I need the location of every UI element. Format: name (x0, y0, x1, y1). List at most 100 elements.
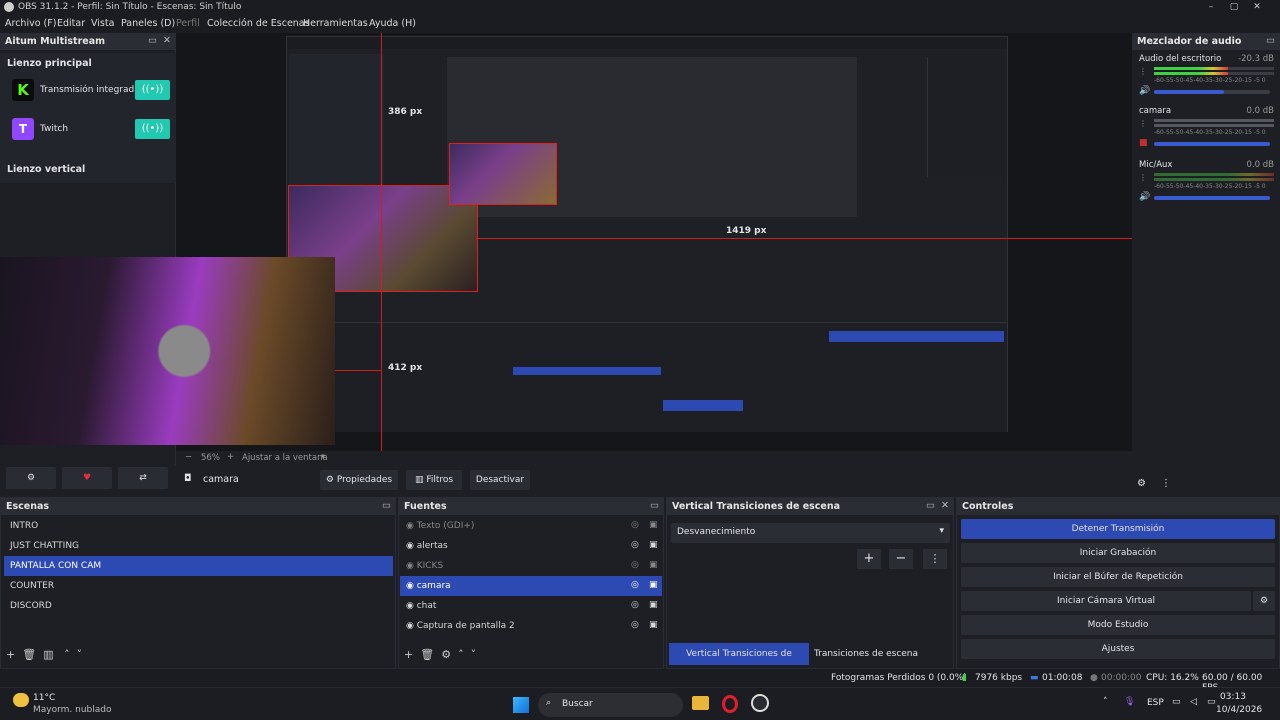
visibility-icon[interactable]: ◎ (631, 560, 639, 570)
stream-toggle-button[interactable]: ((•)) (135, 80, 170, 100)
visibility-icon[interactable]: ◎ (631, 580, 639, 590)
chevron-down-icon[interactable]: ▾ (321, 452, 325, 462)
zoom-in-button[interactable]: + (227, 452, 234, 462)
more-icon[interactable]: ⋮ (1139, 67, 1147, 76)
speaker-icon[interactable]: 🔊 (1139, 192, 1150, 202)
menu-coleccion-escenas[interactable]: Colección de Escenas (207, 18, 310, 29)
chevron-up-icon[interactable]: ˄ (458, 648, 464, 661)
close-icon[interactable]: ✕ (941, 500, 949, 511)
network-icon[interactable]: ▭ (1172, 697, 1181, 707)
volume-slider[interactable] (1154, 90, 1270, 94)
settings-button[interactable]: Ajustes (961, 639, 1275, 659)
share-button[interactable]: ⇄ (118, 467, 168, 489)
more-icon[interactable]: ⋮ (923, 549, 947, 569)
add-icon[interactable]: + (404, 648, 413, 661)
volume-icon[interactable]: ◁ (1190, 697, 1197, 707)
scene-item[interactable]: COUNTER (4, 576, 393, 596)
close-button[interactable]: ✕ (1234, 0, 1280, 15)
transition-value: Desvanecimiento (677, 527, 756, 537)
volume-slider[interactable] (1154, 196, 1270, 200)
stop-stream-button[interactable]: Detener Transmisión (961, 519, 1275, 539)
menu-ayuda[interactable]: Ayuda (H) (369, 18, 416, 29)
source-item[interactable]: ◉ KICKS ◎ ▣ (400, 556, 662, 576)
file-explorer-icon[interactable] (692, 696, 709, 710)
studio-mode-button[interactable]: Modo Estudio (961, 615, 1275, 635)
lock-icon[interactable]: ▣ (649, 620, 658, 630)
transitions-title-bar: Vertical Transiciones de escena ▭ ✕ (667, 498, 953, 515)
lock-icon[interactable]: ▣ (649, 580, 658, 590)
volume-slider[interactable] (1154, 142, 1270, 146)
source-item[interactable]: ◉ camara ◎ ▣ (400, 576, 662, 596)
source-item[interactable]: ◉ Captura de pantalla 2 ◎ ▣ (400, 616, 662, 636)
microphone-icon[interactable]: 🎙 (1124, 697, 1135, 707)
transition-select[interactable]: Desvanecimiento ▾ (671, 523, 950, 543)
language[interactable]: ESP (1147, 698, 1164, 708)
heart-button[interactable]: ♥ (62, 467, 112, 489)
chevron-down-icon[interactable]: ˅ (77, 648, 83, 661)
visibility-icon[interactable]: ◎ (631, 620, 639, 630)
more-icon[interactable]: ⋮ (1161, 478, 1171, 489)
menu-perfil[interactable]: Perfil (176, 18, 200, 29)
muted-speaker-icon[interactable]: ■ (1139, 138, 1148, 148)
mixer-settings-icon[interactable]: ⚙ (1137, 478, 1146, 489)
float-icon[interactable]: ▭ (1266, 35, 1275, 46)
zoom-out-button[interactable]: − (185, 452, 192, 462)
close-icon[interactable]: ✕ (163, 35, 171, 46)
lock-icon[interactable]: ▣ (649, 520, 658, 530)
obs-app-icon[interactable] (751, 694, 769, 712)
scene-item[interactable]: DISCORD (4, 596, 393, 616)
source-item[interactable]: ◉ Texto (GDI+) ◎ ▣ (400, 516, 662, 536)
mixer-channel: camara 0.0 dB -60-55-50-45-40-35-30-25-2… (1132, 105, 1280, 157)
lock-icon[interactable]: ▣ (649, 560, 658, 570)
menu-editar[interactable]: Editar (57, 18, 85, 29)
menu-archivo[interactable]: Archivo (F) (5, 18, 56, 29)
battery-icon[interactable]: ▭ (1207, 697, 1216, 707)
float-icon[interactable]: ▭ (926, 500, 935, 511)
deactivate-button[interactable]: Desactivar (470, 470, 530, 490)
visibility-icon[interactable]: ◎ (631, 600, 639, 610)
scene-item[interactable]: INTRO (4, 516, 393, 536)
visibility-icon[interactable]: ◎ (631, 540, 639, 550)
menu-herramientas[interactable]: Herramientas (303, 18, 368, 29)
float-icon[interactable]: ▭ (148, 35, 157, 46)
visibility-icon[interactable]: ◎ (631, 520, 639, 530)
opera-icon[interactable] (722, 695, 738, 713)
source-item[interactable]: ◉ alertas ◎ ▣ (400, 536, 662, 556)
tab-vertical-transitions[interactable]: Vertical Transiciones de escena (669, 643, 809, 681)
filters-button[interactable]: ▥ Filtros (406, 470, 462, 490)
chevron-up-icon[interactable]: ˄ (64, 648, 70, 661)
windows-start-icon[interactable] (513, 697, 529, 713)
stream-toggle-button[interactable]: ((•)) (135, 119, 170, 139)
fit-window-select[interactable]: Ajustar a la ventana (242, 453, 328, 463)
scene-item[interactable]: JUST CHATTING (4, 536, 393, 556)
trash-icon[interactable]: 🗑 (22, 648, 36, 661)
virtual-camera-settings-button[interactable]: ⚙ (1253, 591, 1275, 611)
tab-transitions[interactable]: Transiciones de escena (811, 643, 921, 665)
remove-transition-button[interactable]: − (889, 549, 913, 569)
menu-paneles[interactable]: Paneles (D) (121, 18, 175, 29)
scene-item[interactable]: PANTALLA CON CAM (4, 556, 393, 576)
chevron-down-icon[interactable]: ˅ (471, 648, 477, 661)
selected-source-name: camara (203, 474, 239, 485)
float-icon[interactable]: ▭ (650, 500, 659, 511)
start-recording-button[interactable]: Iniciar Grabación (961, 543, 1275, 563)
lock-icon[interactable]: ▣ (649, 600, 658, 610)
start-replay-buffer-button[interactable]: Iniciar el Búfer de Repetición (961, 567, 1275, 587)
start-virtual-camera-button[interactable]: Iniciar Cámara Virtual (961, 591, 1251, 611)
chevron-up-icon[interactable]: ˄ (1103, 697, 1108, 707)
taskbar-search[interactable]: ⌕ Buscar (538, 693, 683, 717)
add-transition-button[interactable]: + (857, 549, 881, 569)
lock-icon[interactable]: ▣ (649, 540, 658, 550)
gear-icon[interactable]: ⚙ (441, 648, 451, 661)
source-item[interactable]: ◉ chat ◎ ▣ (400, 596, 662, 616)
float-icon[interactable]: ▭ (382, 500, 391, 511)
speaker-icon[interactable]: 🔊 (1139, 86, 1150, 96)
more-icon[interactable]: ⋮ (1139, 173, 1147, 182)
add-icon[interactable]: + (6, 648, 15, 661)
menu-vista[interactable]: Vista (91, 18, 114, 29)
more-icon[interactable]: ⋮ (1139, 119, 1147, 128)
filter-icon[interactable]: ▥ (43, 648, 53, 661)
trash-icon[interactable]: 🗑 (420, 648, 434, 661)
settings-button[interactable]: ⚙ (6, 467, 56, 489)
properties-button[interactable]: ⚙ Propiedades (320, 470, 398, 490)
